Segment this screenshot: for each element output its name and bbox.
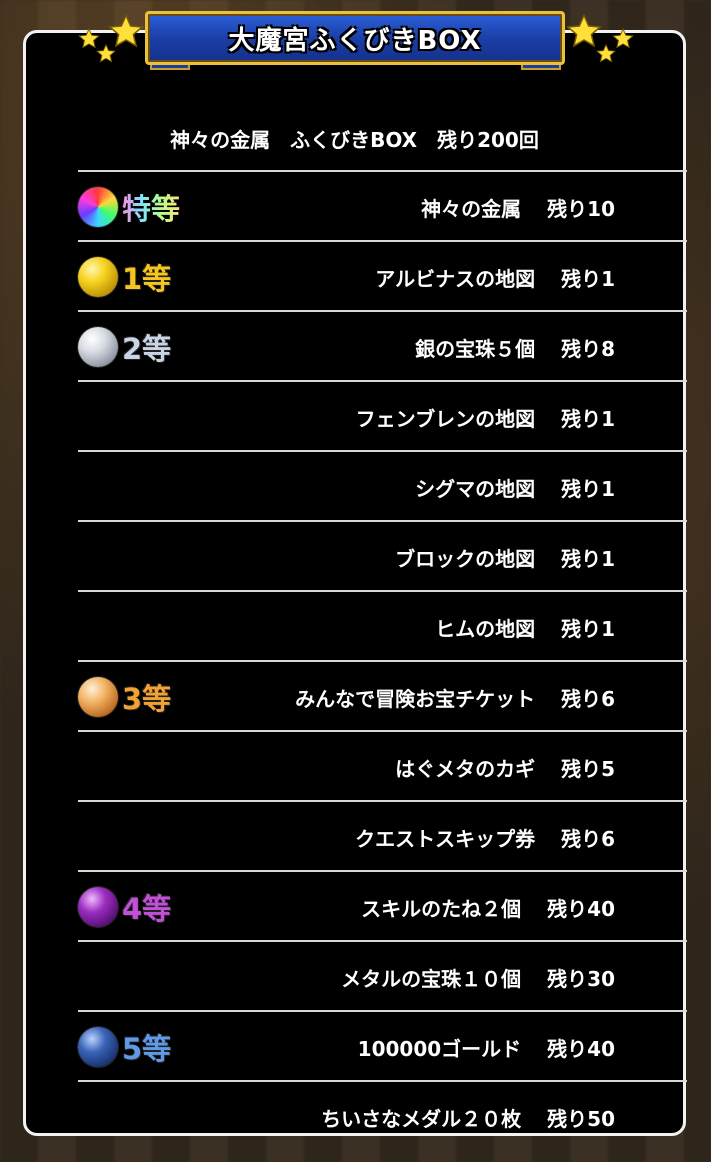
prize-name: フェンブレンの地図 bbox=[355, 406, 536, 431]
prize-row-5: 5等 100000ゴールド 残り40 bbox=[78, 1010, 687, 1080]
blue-orb-icon bbox=[78, 1027, 118, 1067]
prize-remaining: 残り10 bbox=[547, 196, 615, 221]
grade-5: 5等 bbox=[78, 1012, 171, 1082]
prize-remaining: 残り6 bbox=[561, 686, 615, 711]
prize-item: クエストスキップ券 残り6 bbox=[355, 802, 615, 872]
grade-label: 1等 bbox=[122, 262, 172, 296]
prize-name: スキルのたね２個 bbox=[361, 896, 522, 921]
purple-orb-icon bbox=[78, 887, 118, 927]
page-title: 大魔宮ふくびきBOX bbox=[228, 25, 482, 56]
prize-row: フェンブレンの地図 残り1 bbox=[78, 380, 687, 450]
grade-label: 5等 bbox=[122, 1032, 172, 1066]
prize-name: シグマの地図 bbox=[415, 476, 536, 501]
grade-special: 特等 bbox=[78, 172, 180, 242]
grade-label: 3等 bbox=[122, 682, 172, 716]
prize-remaining: 残り1 bbox=[561, 616, 615, 641]
fukubiki-box-panel: 神々の金属 ふくびきBOX 残り200回 特等 神々の金属 残り10 1等 アル… bbox=[23, 30, 687, 1136]
prize-item: ヒムの地図 残り1 bbox=[435, 592, 615, 662]
grade-label: 特等 bbox=[122, 186, 180, 228]
prize-item: スキルのたね２個 残り40 bbox=[361, 872, 615, 942]
prize-row: ヒムの地図 残り1 bbox=[78, 590, 687, 660]
prize-remaining: 残り40 bbox=[547, 896, 615, 921]
prize-item: 神々の金属 残り10 bbox=[421, 172, 615, 242]
prize-remaining: 残り40 bbox=[547, 1036, 615, 1061]
grade-3: 3等 bbox=[78, 662, 171, 732]
prize-row: はぐメタのカギ 残り5 bbox=[78, 730, 687, 800]
prize-item: ブロックの地図 残り1 bbox=[395, 522, 615, 592]
prize-row-1: 1等 アルビナスの地図 残り1 bbox=[78, 240, 687, 310]
prize-list: 特等 神々の金属 残り10 1等 アルビナスの地図 残り1 2等 銀の宝珠５個 … bbox=[78, 170, 687, 1150]
prize-remaining: 残り50 bbox=[547, 1106, 615, 1131]
star-icon bbox=[96, 44, 116, 64]
prize-item: 銀の宝珠５個 残り8 bbox=[415, 312, 615, 382]
prize-remaining: 残り6 bbox=[561, 826, 615, 851]
prize-row-special: 特等 神々の金属 残り10 bbox=[78, 170, 687, 240]
prize-remaining: 残り1 bbox=[561, 406, 615, 431]
prize-remaining: 残り1 bbox=[561, 476, 615, 501]
prize-name: 神々の金属 bbox=[421, 196, 522, 221]
prize-remaining: 残り1 bbox=[561, 546, 615, 571]
prize-row: クエストスキップ券 残り6 bbox=[78, 800, 687, 870]
grade-label: 2等 bbox=[122, 332, 172, 366]
grade-1: 1等 bbox=[78, 242, 171, 312]
grade-4: 4等 bbox=[78, 872, 171, 942]
prize-row: メタルの宝珠１０個 残り30 bbox=[78, 940, 687, 1010]
title-banner: 大魔宮ふくびきBOX bbox=[145, 11, 565, 65]
prize-item: ちいさなメダル２０枚 残り50 bbox=[321, 1082, 615, 1152]
prize-remaining: 残り1 bbox=[561, 266, 615, 291]
prize-item: 100000ゴールド 残り40 bbox=[358, 1012, 615, 1082]
prize-item: メタルの宝珠１０個 残り30 bbox=[341, 942, 615, 1012]
prize-remaining: 残り30 bbox=[547, 966, 615, 991]
prize-row: シグマの地図 残り1 bbox=[78, 450, 687, 520]
gold-orb-icon bbox=[78, 257, 118, 297]
silver-orb-icon bbox=[78, 327, 118, 367]
rainbow-orb-icon bbox=[78, 187, 118, 227]
prize-name: みんなで冒険お宝チケット bbox=[295, 686, 536, 711]
grade-2: 2等 bbox=[78, 312, 171, 382]
prize-name: 100000ゴールド bbox=[357, 1036, 522, 1061]
prize-item: シグマの地図 残り1 bbox=[415, 452, 615, 522]
prize-item: アルビナスの地図 残り1 bbox=[375, 242, 615, 312]
prize-item: フェンブレンの地図 残り1 bbox=[356, 382, 615, 452]
star-icon bbox=[596, 44, 616, 64]
prize-name: はぐメタのカギ bbox=[395, 756, 536, 781]
prize-row: ちいさなメダル２０枚 残り50 bbox=[78, 1080, 687, 1150]
prize-name: メタルの宝珠１０個 bbox=[341, 966, 522, 991]
prize-item: はぐメタのカギ 残り5 bbox=[395, 732, 615, 802]
prize-name: ちいさなメダル２０枚 bbox=[321, 1106, 522, 1131]
grade-label: 4等 bbox=[122, 892, 172, 926]
prize-name: クエストスキップ券 bbox=[355, 826, 536, 851]
prize-remaining: 残り8 bbox=[561, 336, 615, 361]
prize-remaining: 残り5 bbox=[561, 756, 615, 781]
prize-name: アルビナスの地図 bbox=[375, 266, 536, 291]
prize-name: ブロックの地図 bbox=[395, 546, 536, 571]
prize-item: みんなで冒険お宝チケット 残り6 bbox=[295, 662, 615, 732]
prize-row-4: 4等 スキルのたね２個 残り40 bbox=[78, 870, 687, 940]
prize-row-2: 2等 銀の宝珠５個 残り8 bbox=[78, 310, 687, 380]
prize-name: ヒムの地図 bbox=[435, 616, 536, 641]
bronze-orb-icon bbox=[78, 677, 118, 717]
prize-row: ブロックの地図 残り1 bbox=[78, 520, 687, 590]
box-remaining-summary: 神々の金属 ふくびきBOX 残り200回 bbox=[170, 128, 539, 152]
prize-row-3: 3等 みんなで冒険お宝チケット 残り6 bbox=[78, 660, 687, 730]
prize-name: 銀の宝珠５個 bbox=[415, 336, 536, 361]
